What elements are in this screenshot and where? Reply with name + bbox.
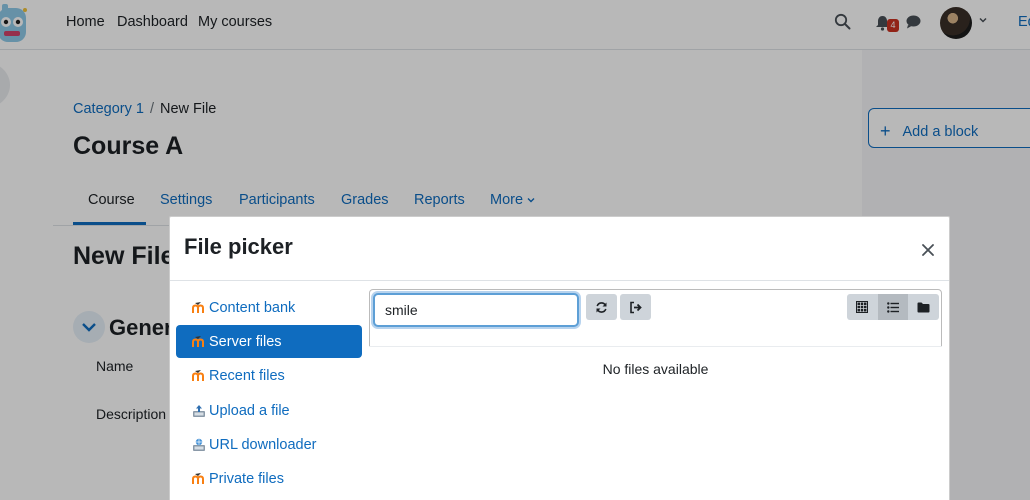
- file-browser-toolbar: [370, 290, 941, 346]
- list-view-button[interactable]: [878, 294, 908, 320]
- moodle-icon: [192, 370, 204, 382]
- file-browser: No files available: [369, 289, 942, 500]
- tree-view-button[interactable]: [908, 294, 938, 320]
- repository-content-bank[interactable]: Content bank: [176, 291, 362, 324]
- repository-label: Content bank: [209, 299, 296, 316]
- repository-label: Upload a file: [209, 402, 290, 419]
- close-icon[interactable]: [918, 240, 938, 260]
- view-switcher: [847, 294, 939, 320]
- repository-url-downloader[interactable]: URL downloader: [176, 429, 362, 462]
- refresh-button[interactable]: [586, 294, 617, 320]
- file-picker-dialog: File picker Content bank Server files Re…: [169, 216, 950, 500]
- repository-list: Content bank Server files Recent files U…: [176, 291, 362, 497]
- modal-header: File picker: [170, 217, 949, 281]
- icon-view-button[interactable]: [847, 294, 877, 320]
- grid-icon: [856, 301, 868, 313]
- refresh-icon: [596, 301, 607, 313]
- moodle-icon: [192, 301, 204, 313]
- list-icon: [887, 301, 899, 313]
- repository-label: Server files: [209, 333, 282, 350]
- empty-state-message: No files available: [602, 361, 709, 377]
- modal-title: File picker: [184, 234, 293, 259]
- repository-upload-file[interactable]: Upload a file: [176, 394, 362, 427]
- repository-label: Private files: [209, 471, 284, 488]
- repository-server-files[interactable]: Server files: [176, 325, 362, 359]
- repository-label: URL downloader: [209, 437, 317, 454]
- search-input[interactable]: [373, 293, 579, 327]
- logout-button[interactable]: [620, 294, 651, 320]
- moodle-icon: [192, 335, 204, 347]
- repository-label: Recent files: [209, 368, 285, 385]
- logout-icon: [630, 301, 642, 313]
- repository-recent-files[interactable]: Recent files: [176, 360, 362, 393]
- url-download-icon: [193, 438, 205, 452]
- repository-private-files[interactable]: Private files: [176, 463, 362, 496]
- folder-icon: [917, 302, 929, 312]
- upload-icon: [193, 404, 205, 417]
- file-list-area: No files available: [369, 346, 942, 500]
- moodle-icon: [192, 473, 204, 485]
